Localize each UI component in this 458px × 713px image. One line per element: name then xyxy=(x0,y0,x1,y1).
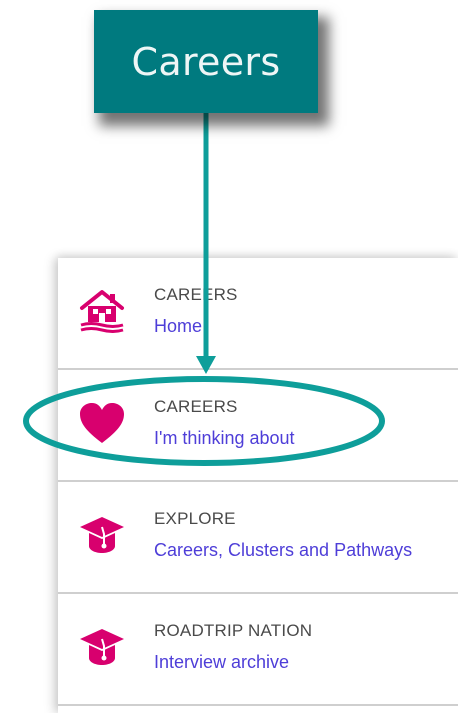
menu-item-subtitle[interactable]: Home xyxy=(154,316,202,337)
menu-item-subtitle[interactable]: Interview archive xyxy=(154,652,289,673)
careers-menu: CAREERS Home CAREERS I'm thinking about … xyxy=(58,258,458,713)
callout-label: Careers xyxy=(131,40,281,84)
menu-item-title: CAREERS xyxy=(154,285,238,304)
home-icon xyxy=(78,289,126,333)
menu-item-subtitle[interactable]: Careers, Clusters and Pathways xyxy=(154,540,412,561)
menu-item-roadtrip-nation[interactable]: ROADTRIP NATION Interview archive xyxy=(58,594,458,706)
menu-item-careers-home[interactable]: CAREERS Home xyxy=(58,258,458,370)
menu-item-explore[interactable]: EXPLORE Careers, Clusters and Pathways xyxy=(58,482,458,594)
menu-item-title: ROADTRIP NATION xyxy=(154,621,313,640)
menu-item-title: CAREERS xyxy=(154,397,238,416)
menu-item-careers-thinking-about[interactable]: CAREERS I'm thinking about xyxy=(58,370,458,482)
menu-item-subtitle[interactable]: I'm thinking about xyxy=(154,428,295,449)
graduation-cap-icon xyxy=(78,625,126,669)
heart-icon xyxy=(78,401,126,445)
menu-item-title: EXPLORE xyxy=(154,509,236,528)
graduation-cap-icon xyxy=(78,513,126,557)
careers-callout: Careers xyxy=(94,10,318,113)
